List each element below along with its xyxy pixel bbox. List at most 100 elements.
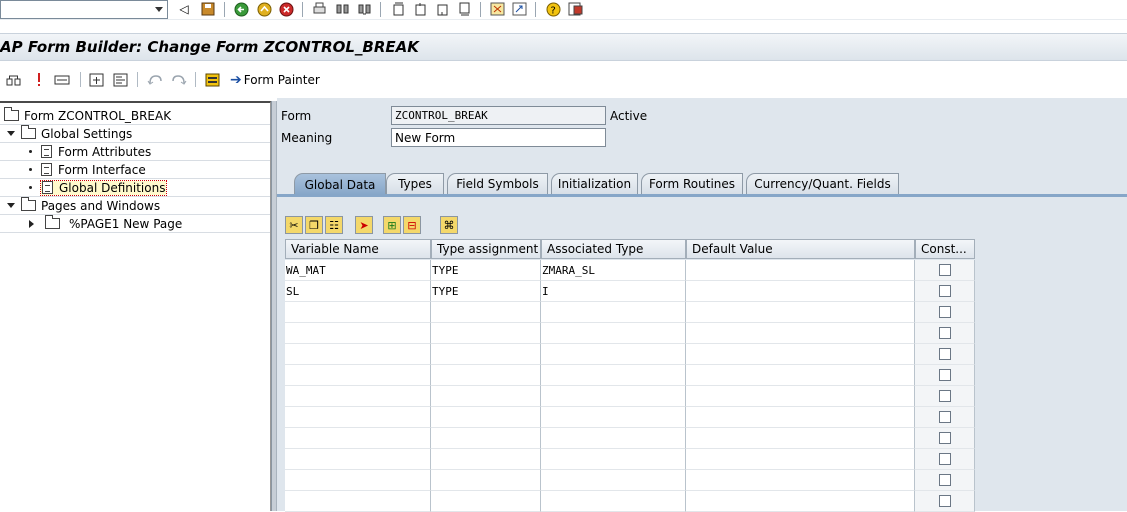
cell-associated-type[interactable]: I (541, 281, 686, 302)
cell-default-value[interactable] (686, 260, 915, 281)
field-list-icon[interactable] (204, 71, 221, 88)
constant-checkbox[interactable] (938, 306, 951, 318)
constant-checkbox[interactable] (938, 264, 951, 276)
cell-variable-name[interactable]: SL (285, 281, 431, 302)
tree-node-pages-and-windows[interactable]: Pages and Windows (0, 197, 270, 215)
cell-associated-type[interactable] (541, 302, 686, 323)
append-row-icon[interactable]: ⊞ (383, 216, 401, 234)
tree-node-form-root[interactable]: Form ZCONTROL_BREAK (0, 107, 270, 125)
constant-checkbox[interactable] (938, 474, 951, 486)
cell-associated-type[interactable] (541, 449, 686, 470)
cell-default-value[interactable] (686, 470, 915, 491)
cell-associated-type[interactable] (541, 407, 686, 428)
cell-associated-type[interactable]: ZMARA_SL (541, 260, 686, 281)
copy-icon[interactable]: ❐ (305, 216, 323, 234)
cell-associated-type[interactable] (541, 386, 686, 407)
tree-node-form-interface[interactable]: Form Interface (0, 161, 270, 179)
cell-default-value[interactable] (686, 386, 915, 407)
cell-associated-type[interactable] (541, 344, 686, 365)
cell-type-assignment[interactable] (431, 407, 541, 428)
cell-type-assignment[interactable] (431, 365, 541, 386)
column-header-constant[interactable]: Const... (915, 239, 975, 259)
column-header-associated-type[interactable]: Associated Type (541, 239, 686, 259)
column-header-default-value[interactable]: Default Value (686, 239, 915, 259)
column-header-type-assignment[interactable]: Type assignment (431, 239, 541, 259)
cell-type-assignment[interactable] (431, 386, 541, 407)
find-next-icon[interactable] (356, 1, 372, 17)
tree-node-form-attributes[interactable]: Form Attributes (0, 143, 270, 161)
cell-associated-type[interactable] (541, 491, 686, 512)
cell-variable-name[interactable] (285, 365, 431, 386)
tree-node-global-settings[interactable]: Global Settings (0, 125, 270, 143)
cell-associated-type[interactable] (541, 470, 686, 491)
cell-variable-name[interactable] (285, 323, 431, 344)
delete-row-icon[interactable]: ⊟ (403, 216, 421, 234)
check-icon[interactable] (30, 71, 47, 88)
constant-checkbox[interactable] (938, 453, 951, 465)
command-field[interactable] (0, 0, 168, 19)
insert-row-icon[interactable]: ➤ (355, 216, 373, 234)
find-icon[interactable] (334, 1, 350, 17)
paste-icon[interactable]: ☷ (325, 216, 343, 234)
prev-page-icon[interactable] (412, 1, 428, 17)
meaning-field[interactable]: New Form (391, 128, 606, 147)
cell-default-value[interactable] (686, 428, 915, 449)
cut-icon[interactable]: ✂ (285, 216, 303, 234)
collapse-arrow-icon[interactable] (29, 219, 34, 228)
constant-checkbox[interactable] (938, 327, 951, 339)
cell-variable-name[interactable] (285, 344, 431, 365)
cell-default-value[interactable] (686, 344, 915, 365)
cell-type-assignment[interactable] (431, 428, 541, 449)
save-icon[interactable] (200, 1, 216, 17)
expand-arrow-icon[interactable] (7, 131, 15, 136)
help-icon[interactable]: ? (545, 1, 561, 17)
column-header-variable-name[interactable]: Variable Name (285, 239, 431, 259)
back-icon[interactable]: ◁ (176, 1, 192, 17)
chevron-down-icon[interactable] (155, 7, 163, 12)
cell-type-assignment[interactable] (431, 344, 541, 365)
type-search-icon[interactable]: ⌘ (440, 216, 458, 234)
cell-default-value[interactable] (686, 449, 915, 470)
redo-icon[interactable] (170, 71, 187, 88)
tab-global-data[interactable]: Global Data (294, 173, 386, 195)
expand-arrow-icon[interactable] (7, 203, 15, 208)
print-icon[interactable] (311, 1, 327, 17)
constant-checkbox[interactable] (938, 432, 951, 444)
cell-type-assignment[interactable]: TYPE (431, 260, 541, 281)
constant-checkbox[interactable] (938, 411, 951, 423)
cell-type-assignment[interactable] (431, 449, 541, 470)
cell-variable-name[interactable] (285, 428, 431, 449)
undo-icon[interactable] (146, 71, 163, 88)
new-session-icon[interactable] (489, 1, 505, 17)
cell-associated-type[interactable] (541, 365, 686, 386)
cell-variable-name[interactable] (285, 302, 431, 323)
constant-checkbox[interactable] (938, 348, 951, 360)
cancel-icon[interactable] (278, 1, 294, 17)
cell-default-value[interactable] (686, 281, 915, 302)
first-page-icon[interactable] (390, 1, 406, 17)
tree-node-page1[interactable]: %PAGE1 New Page (0, 215, 270, 233)
cell-associated-type[interactable] (541, 323, 686, 344)
cell-type-assignment[interactable] (431, 323, 541, 344)
cell-default-value[interactable] (686, 407, 915, 428)
cell-variable-name[interactable] (285, 470, 431, 491)
cell-variable-name[interactable] (285, 386, 431, 407)
cell-variable-name[interactable] (285, 449, 431, 470)
form-painter-layout-icon[interactable] (88, 71, 105, 88)
tree-node-global-definitions[interactable]: Global Definitions (0, 179, 270, 197)
cell-default-value[interactable] (686, 323, 915, 344)
constant-checkbox[interactable] (938, 369, 951, 381)
next-page-icon[interactable] (434, 1, 450, 17)
cell-variable-name[interactable] (285, 491, 431, 512)
cell-type-assignment[interactable] (431, 470, 541, 491)
green-back-icon[interactable] (233, 1, 249, 17)
tab-initialization[interactable]: Initialization (551, 173, 638, 194)
layout-menu-icon[interactable] (567, 1, 583, 17)
last-page-icon[interactable] (456, 1, 472, 17)
cell-default-value[interactable] (686, 365, 915, 386)
constant-checkbox[interactable] (938, 285, 951, 297)
tab-currency-quant-fields[interactable]: Currency/Quant. Fields (746, 173, 899, 194)
tab-form-routines[interactable]: Form Routines (641, 173, 743, 194)
test-icon[interactable] (53, 71, 70, 88)
other-object-icon[interactable] (5, 71, 22, 88)
